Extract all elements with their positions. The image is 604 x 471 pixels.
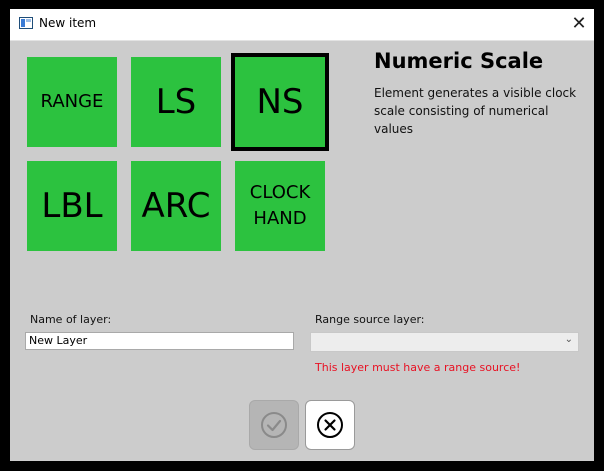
name-of-layer-label: Name of layer: bbox=[30, 313, 112, 326]
description-title: Numeric Scale bbox=[374, 49, 544, 73]
chevron-down-icon: ⌄ bbox=[564, 334, 573, 345]
app-window-icon bbox=[19, 17, 33, 29]
validation-error: This layer must have a range source! bbox=[315, 361, 521, 374]
layer-name-input[interactable]: New Layer bbox=[25, 332, 294, 350]
tile-clock-hand[interactable]: CLOCK HAND bbox=[235, 161, 325, 251]
confirm-button[interactable] bbox=[249, 400, 299, 450]
cancel-button[interactable] bbox=[305, 400, 355, 450]
check-circle-icon bbox=[261, 412, 287, 438]
new-item-dialog: New item ✕ RANGE LS NS LBL ARC CLOCK HAN… bbox=[10, 9, 594, 461]
tile-range[interactable]: RANGE bbox=[27, 57, 117, 147]
description-text: Element generates a visible clock scale … bbox=[374, 86, 577, 136]
window-title: New item bbox=[39, 16, 97, 30]
tile-lbl[interactable]: LBL bbox=[27, 161, 117, 251]
title-bar: New item ✕ bbox=[10, 9, 594, 41]
close-button[interactable]: ✕ bbox=[564, 9, 594, 40]
tile-arc[interactable]: ARC bbox=[131, 161, 221, 251]
tile-ls[interactable]: LS bbox=[131, 57, 221, 147]
tile-ns[interactable]: NS bbox=[231, 53, 329, 151]
range-source-dropdown[interactable]: ⌄ bbox=[310, 332, 579, 352]
range-source-label: Range source layer: bbox=[315, 313, 425, 326]
x-circle-icon bbox=[317, 412, 343, 438]
